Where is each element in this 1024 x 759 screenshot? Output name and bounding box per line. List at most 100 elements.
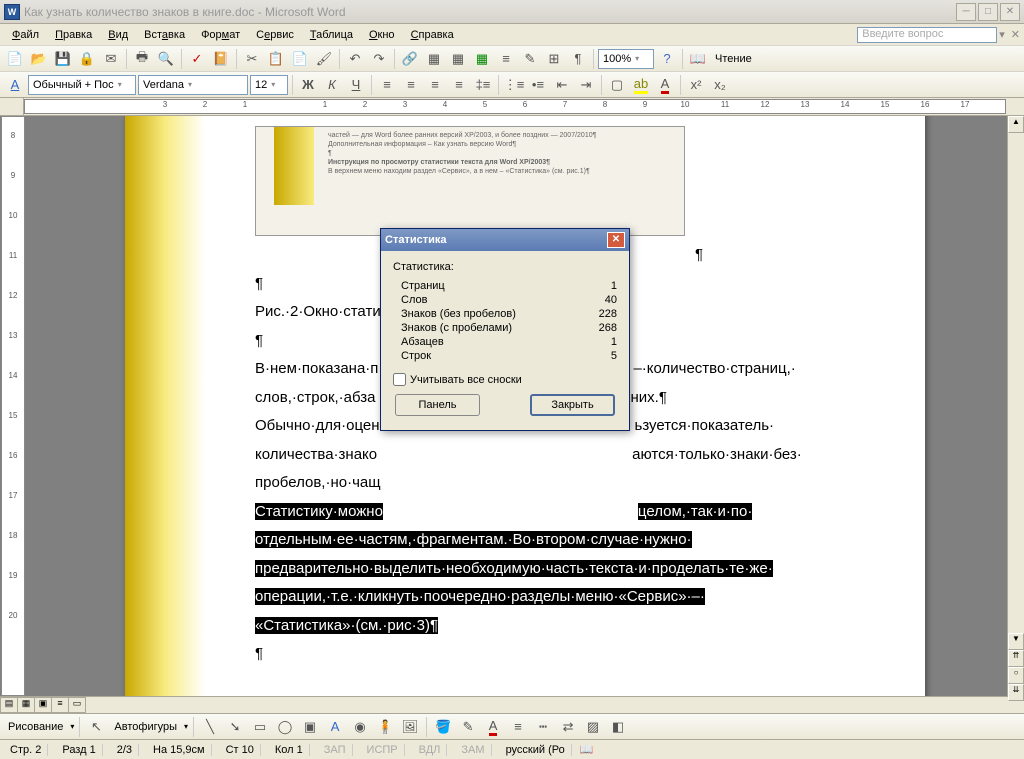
vertical-scrollbar[interactable]: ▲ ▼ ⇈ ○ ⇊ <box>1007 116 1024 696</box>
menu-insert[interactable]: Вставка <box>136 27 193 43</box>
close-button[interactable]: ✕ <box>1000 3 1020 21</box>
font-color-icon[interactable]: А <box>654 74 676 96</box>
status-ovr[interactable]: ЗАМ <box>455 744 491 756</box>
rectangle-icon[interactable]: ▭ <box>249 716 271 738</box>
new-doc-icon[interactable]: 📄 <box>4 48 26 70</box>
drawing-menu[interactable]: Рисование <box>4 721 67 733</box>
zoom-dropdown[interactable]: 100% <box>598 49 654 69</box>
autoshapes-menu[interactable]: Автофигуры <box>110 721 181 733</box>
italic-icon[interactable]: К <box>321 74 343 96</box>
dialog-close-icon[interactable]: ✕ <box>607 232 625 248</box>
footnotes-checkbox[interactable] <box>393 373 406 386</box>
style-dropdown[interactable]: Обычный + Пос <box>28 75 136 95</box>
underline-icon[interactable]: Ч <box>345 74 367 96</box>
next-page-icon[interactable]: ⇊ <box>1008 684 1024 701</box>
status-lang[interactable]: русский (Ро <box>500 744 572 756</box>
help-icon[interactable]: ? <box>656 48 678 70</box>
align-right-icon[interactable]: ≡ <box>424 74 446 96</box>
3d-icon[interactable]: ◧ <box>607 716 629 738</box>
menu-window[interactable]: Окно <box>361 27 403 43</box>
align-center-icon[interactable]: ≡ <box>400 74 422 96</box>
permission-icon[interactable]: 🔒 <box>76 48 98 70</box>
paste-icon[interactable]: 📄 <box>289 48 311 70</box>
minimize-button[interactable]: ─ <box>956 3 976 21</box>
menu-view[interactable]: Вид <box>100 27 136 43</box>
excel-icon[interactable]: ▦ <box>471 48 493 70</box>
bulleted-list-icon[interactable]: •≡ <box>527 74 549 96</box>
font-color-draw-icon[interactable]: А <box>482 716 504 738</box>
borders-icon[interactable]: ▢ <box>606 74 628 96</box>
line-icon[interactable]: ╲ <box>199 716 221 738</box>
menu-table[interactable]: Таблица <box>302 27 361 43</box>
help-question-input[interactable]: Введите вопрос <box>857 27 997 43</box>
styles-pane-icon[interactable]: А <box>4 74 26 96</box>
browse-object-icon[interactable]: ○ <box>1008 667 1024 684</box>
diagram-icon[interactable]: ◉ <box>349 716 371 738</box>
selected-text[interactable]: Статистику·можно <box>255 503 383 520</box>
increase-indent-icon[interactable]: ⇥ <box>575 74 597 96</box>
spellcheck-icon[interactable]: ✓ <box>186 48 208 70</box>
insert-table-icon[interactable]: ▦ <box>447 48 469 70</box>
subscript-icon[interactable]: x₂ <box>709 74 731 96</box>
fill-color-icon[interactable]: 🪣 <box>432 716 454 738</box>
dialog-titlebar[interactable]: Статистика ✕ <box>381 229 629 251</box>
maximize-button[interactable]: □ <box>978 3 998 21</box>
columns-icon[interactable]: ≡ <box>495 48 517 70</box>
print-icon[interactable]: 🖶 <box>131 48 153 70</box>
wordart-icon[interactable]: A <box>324 716 346 738</box>
line-style-icon[interactable]: ≡ <box>507 716 529 738</box>
font-dropdown[interactable]: Verdana <box>138 75 248 95</box>
reading-view-icon[interactable]: ▭ <box>68 697 86 713</box>
doc-map-icon[interactable]: ⊞ <box>543 48 565 70</box>
email-icon[interactable]: ✉ <box>100 48 122 70</box>
cut-icon[interactable]: ✂ <box>241 48 263 70</box>
highlight-icon[interactable]: ab <box>630 74 652 96</box>
menu-file[interactable]: Файл <box>4 27 47 43</box>
arrow-style-icon[interactable]: ⇄ <box>557 716 579 738</box>
save-icon[interactable]: 💾 <box>52 48 74 70</box>
open-icon[interactable]: 📂 <box>28 48 50 70</box>
prev-page-icon[interactable]: ⇈ <box>1008 650 1024 667</box>
line-spacing-icon[interactable]: ‡≡ <box>472 74 494 96</box>
bold-icon[interactable]: Ж <box>297 74 319 96</box>
picture-icon[interactable]: 🖼 <box>399 716 421 738</box>
close-doc-button[interactable]: ✕ <box>1011 28 1020 41</box>
arrow-icon[interactable]: ➘ <box>224 716 246 738</box>
menu-help[interactable]: Справка <box>403 27 462 43</box>
dash-style-icon[interactable]: ┅ <box>532 716 554 738</box>
print-view-icon[interactable]: ▣ <box>34 697 52 713</box>
menu-dropdown-icon[interactable]: ▾ <box>999 28 1005 41</box>
scroll-up-icon[interactable]: ▲ <box>1008 116 1024 133</box>
print-preview-icon[interactable]: 🔍 <box>155 48 177 70</box>
align-left-icon[interactable]: ≡ <box>376 74 398 96</box>
close-button[interactable]: Закрыть <box>530 394 615 416</box>
menu-edit[interactable]: Правка <box>47 27 100 43</box>
normal-view-icon[interactable]: ▤ <box>0 697 18 713</box>
select-objects-icon[interactable]: ↖ <box>85 716 107 738</box>
superscript-icon[interactable]: x² <box>685 74 707 96</box>
panel-button[interactable]: Панель <box>395 394 480 416</box>
hyperlink-icon[interactable]: 🔗 <box>399 48 421 70</box>
outline-view-icon[interactable]: ≡ <box>51 697 69 713</box>
drawing-icon[interactable]: ✎ <box>519 48 541 70</box>
horizontal-scrollbar[interactable] <box>85 697 1024 713</box>
status-ext[interactable]: ВДЛ <box>413 744 448 756</box>
redo-icon[interactable]: ↷ <box>368 48 390 70</box>
status-trk[interactable]: ИСПР <box>361 744 405 756</box>
textbox-icon[interactable]: ▣ <box>299 716 321 738</box>
status-spell-icon[interactable]: 📖 <box>580 743 594 756</box>
line-color-icon[interactable]: ✎ <box>457 716 479 738</box>
decrease-indent-icon[interactable]: ⇤ <box>551 74 573 96</box>
justify-icon[interactable]: ≡ <box>448 74 470 96</box>
show-marks-icon[interactable]: ¶ <box>567 48 589 70</box>
reading-label[interactable]: Чтение <box>711 53 756 65</box>
ruler-h[interactable]: 3211234567891011121314151617 <box>24 99 1006 114</box>
research-icon[interactable]: 📔 <box>210 48 232 70</box>
clipart-icon[interactable]: 🧍 <box>374 716 396 738</box>
numbered-list-icon[interactable]: ⋮≡ <box>503 74 525 96</box>
size-dropdown[interactable]: 12 <box>250 75 288 95</box>
menu-format[interactable]: Формат <box>193 27 248 43</box>
ruler-vertical[interactable]: 891011121314151617181920 <box>1 116 25 696</box>
oval-icon[interactable]: ◯ <box>274 716 296 738</box>
status-rec[interactable]: ЗАП <box>318 744 353 756</box>
